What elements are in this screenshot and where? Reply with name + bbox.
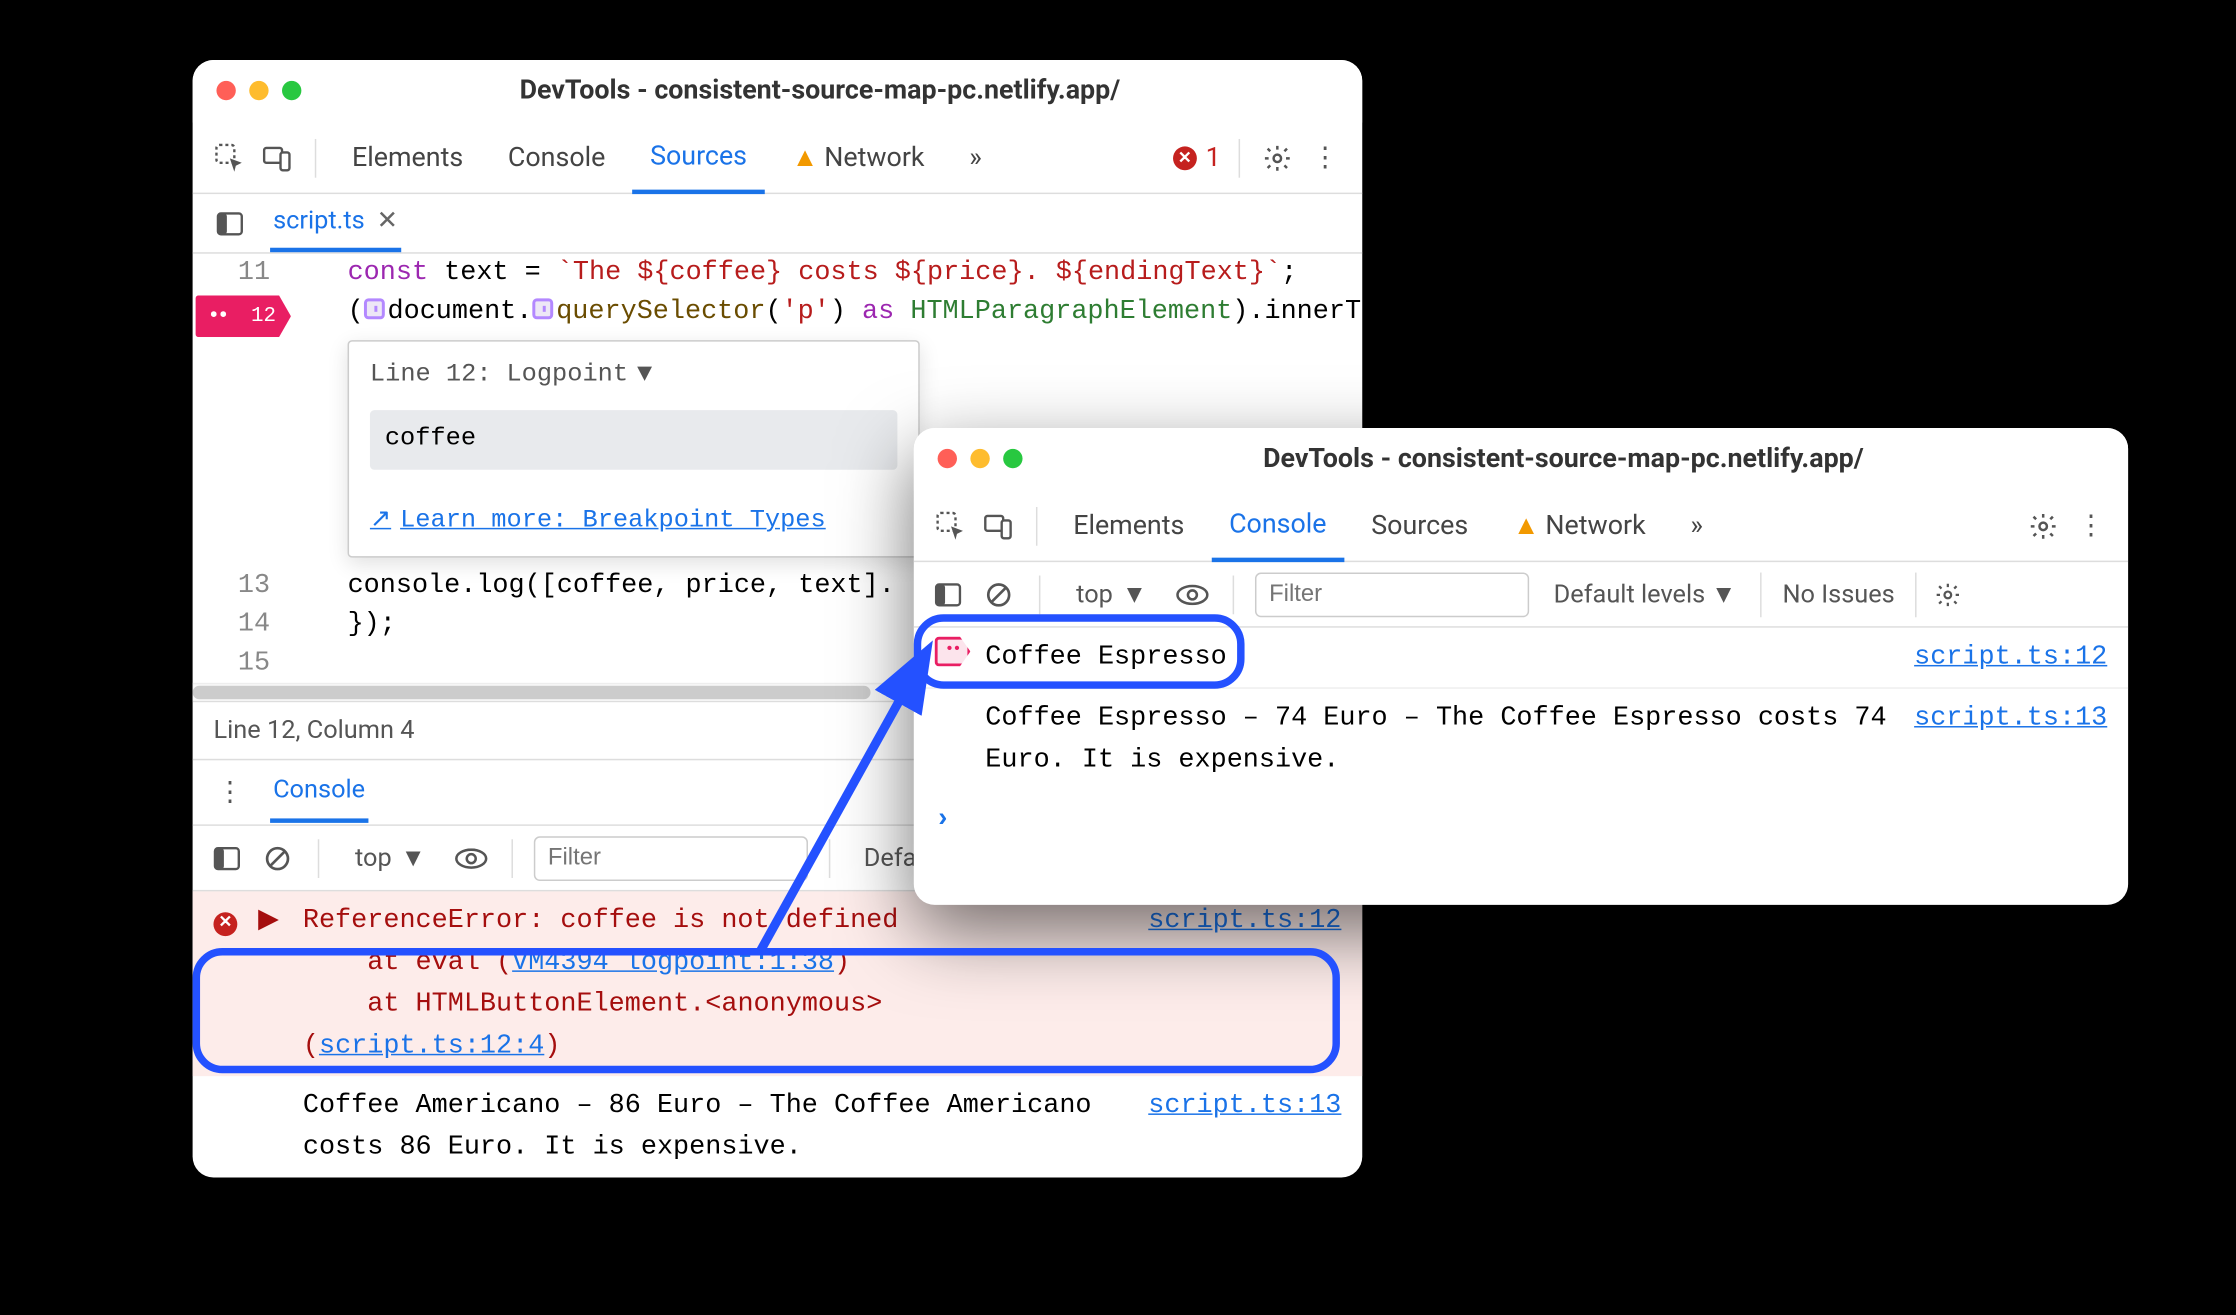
title-bar: DevTools - consistent-source-map-pc.netl… bbox=[914, 428, 2128, 491]
tab-sources[interactable]: Sources bbox=[632, 123, 765, 193]
gutter-line-14[interactable]: 14 bbox=[193, 605, 297, 644]
console-sidebar-icon[interactable] bbox=[929, 575, 968, 614]
logpoint-icon: •• bbox=[935, 637, 971, 667]
console-log-message: Coffee Espresso – 74 Euro – The Coffee E… bbox=[914, 689, 2128, 790]
breakpoint-type-select[interactable]: Logpoint▼ bbox=[506, 357, 652, 396]
devtools-window-console: DevTools - consistent-source-map-pc.netl… bbox=[914, 428, 2128, 905]
clear-console-icon[interactable] bbox=[979, 575, 1018, 614]
live-expression-icon[interactable] bbox=[1174, 575, 1213, 614]
error-count: 1 bbox=[1206, 142, 1221, 173]
console-prompt[interactable]: › bbox=[914, 790, 2128, 850]
console-filter-input[interactable] bbox=[535, 836, 809, 881]
logpoint-text: Coffee Espresso bbox=[985, 637, 1899, 679]
clear-console-icon[interactable] bbox=[258, 839, 297, 878]
context-selector[interactable]: top▼ bbox=[340, 837, 441, 879]
open-external-icon: ↗ bbox=[370, 503, 391, 542]
tab-network-label: Network bbox=[1545, 510, 1645, 541]
window-title: DevTools - consistent-source-map-pc.netl… bbox=[1023, 443, 2105, 474]
kebab-menu-icon[interactable]: ⋮ bbox=[2072, 506, 2111, 545]
device-toolbar-icon[interactable] bbox=[979, 506, 1018, 545]
file-tab-script-ts[interactable]: script.ts ✕ bbox=[270, 194, 401, 252]
expand-icon[interactable]: ▶ bbox=[258, 900, 288, 942]
logpoint-source-link[interactable]: script.ts:12 bbox=[1914, 637, 2107, 679]
error-source-link[interactable]: script.ts:12 bbox=[1148, 900, 1341, 942]
show-navigator-icon[interactable] bbox=[210, 204, 249, 243]
log-levels-select[interactable]: Default levels▼ bbox=[1542, 579, 1748, 609]
kebab-menu-icon[interactable]: ⋮ bbox=[1306, 138, 1345, 177]
console-settings-icon[interactable] bbox=[1929, 575, 1968, 614]
inspect-element-icon[interactable] bbox=[210, 138, 249, 177]
settings-icon[interactable] bbox=[2024, 506, 2063, 545]
console-messages: ✕ ▶ ReferenceError: coffee is not define… bbox=[193, 891, 1363, 1177]
stack-link-script[interactable]: script.ts:12:4 bbox=[319, 1031, 544, 1061]
drawer-kebab-icon[interactable]: ⋮ bbox=[210, 773, 249, 812]
inspect-element-icon[interactable] bbox=[932, 506, 971, 545]
close-window-button[interactable] bbox=[216, 81, 235, 100]
close-tab-icon[interactable]: ✕ bbox=[377, 206, 398, 236]
breakpoint-editor: Line 12: Logpoint▼ ↗ Learn more: Breakpo… bbox=[348, 340, 920, 558]
console-log-message: Coffee Americano – 86 Euro – The Coffee … bbox=[193, 1076, 1363, 1177]
console-toolbar: top▼ Default levels▼ No Issues bbox=[914, 562, 2128, 628]
file-tab-label: script.ts bbox=[273, 206, 365, 236]
more-tabs-button[interactable]: » bbox=[951, 123, 999, 193]
logpoint-marker[interactable]: •• 12 bbox=[196, 295, 291, 337]
log-source-link[interactable]: script.ts:13 bbox=[1914, 698, 2107, 740]
log-text: Coffee Espresso – 74 Euro – The Coffee E… bbox=[985, 698, 1899, 781]
stack-link-vm[interactable]: VM4394 logpoint:1:38 bbox=[512, 948, 834, 978]
zoom-window-button[interactable] bbox=[282, 81, 301, 100]
device-toolbar-icon[interactable] bbox=[258, 138, 297, 177]
title-bar: DevTools - consistent-source-map-pc.netl… bbox=[193, 60, 1363, 123]
log-text: Coffee Americano – 86 Euro – The Coffee … bbox=[303, 1085, 1133, 1168]
issues-button[interactable]: No Issues bbox=[1760, 572, 1917, 617]
zoom-window-button[interactable] bbox=[1003, 449, 1022, 468]
panel-tabs: Elements Console Sources ▲Network » ⋮ bbox=[914, 491, 2128, 563]
tab-sources[interactable]: Sources bbox=[1353, 491, 1486, 561]
minimize-window-button[interactable] bbox=[249, 81, 268, 100]
error-text: ReferenceError: coffee is not defined at… bbox=[303, 900, 1133, 1067]
drawer-tab-console[interactable]: Console bbox=[270, 762, 368, 823]
tab-network[interactable]: ▲Network bbox=[774, 123, 943, 193]
error-icon: ✕ bbox=[1173, 146, 1197, 170]
window-title: DevTools - consistent-source-map-pc.netl… bbox=[301, 75, 1338, 106]
tab-network[interactable]: ▲Network bbox=[1495, 491, 1664, 561]
error-icon: ✕ bbox=[213, 912, 237, 936]
logpoint-expression-input[interactable] bbox=[385, 425, 883, 453]
console-error-message: ✕ ▶ ReferenceError: coffee is not define… bbox=[193, 891, 1363, 1076]
error-badge[interactable]: ✕ 1 bbox=[1173, 142, 1221, 173]
gutter-line-13[interactable]: 13 bbox=[193, 567, 297, 606]
context-selector[interactable]: top▼ bbox=[1061, 573, 1162, 615]
settings-icon[interactable] bbox=[1258, 138, 1297, 177]
console-sidebar-icon[interactable] bbox=[208, 839, 247, 878]
traffic-lights bbox=[216, 81, 301, 100]
panel-tabs: Elements Console Sources ▲Network » ✕ 1 … bbox=[193, 123, 1363, 195]
tab-elements[interactable]: Elements bbox=[1055, 491, 1202, 561]
console-logpoint-message: •• Coffee Espresso script.ts:12 bbox=[914, 628, 2128, 689]
live-expression-icon[interactable] bbox=[453, 839, 492, 878]
breakpoint-line-label: Line 12: bbox=[370, 357, 492, 396]
tab-elements[interactable]: Elements bbox=[334, 123, 481, 193]
gutter-line-11[interactable]: 11 bbox=[193, 254, 297, 293]
tab-console[interactable]: Console bbox=[1211, 491, 1344, 561]
tab-network-label: Network bbox=[824, 142, 924, 173]
breakpoint-learn-more-link[interactable]: ↗ Learn more: Breakpoint Types bbox=[370, 503, 897, 542]
cursor-position: Line 12, Column 4 bbox=[213, 716, 414, 746]
log-source-link[interactable]: script.ts:13 bbox=[1148, 1085, 1341, 1127]
minimize-window-button[interactable] bbox=[970, 449, 989, 468]
console-filter-input[interactable] bbox=[1256, 572, 1530, 617]
code-line-11: const text = `The ${coffee} costs ${pric… bbox=[297, 254, 1362, 293]
gutter-line-15[interactable]: 15 bbox=[193, 644, 297, 683]
tab-console[interactable]: Console bbox=[490, 123, 623, 193]
file-tabs: script.ts ✕ bbox=[193, 194, 1363, 254]
console-messages: •• Coffee Espresso script.ts:12 Coffee E… bbox=[914, 628, 2128, 850]
traffic-lights bbox=[938, 449, 1023, 468]
more-tabs-button[interactable]: » bbox=[1673, 491, 1721, 561]
gutter-line-12[interactable]: •• 12 bbox=[193, 292, 297, 331]
code-line-12: (document.querySelector('p') as HTMLPara… bbox=[297, 292, 1362, 331]
close-window-button[interactable] bbox=[938, 449, 957, 468]
